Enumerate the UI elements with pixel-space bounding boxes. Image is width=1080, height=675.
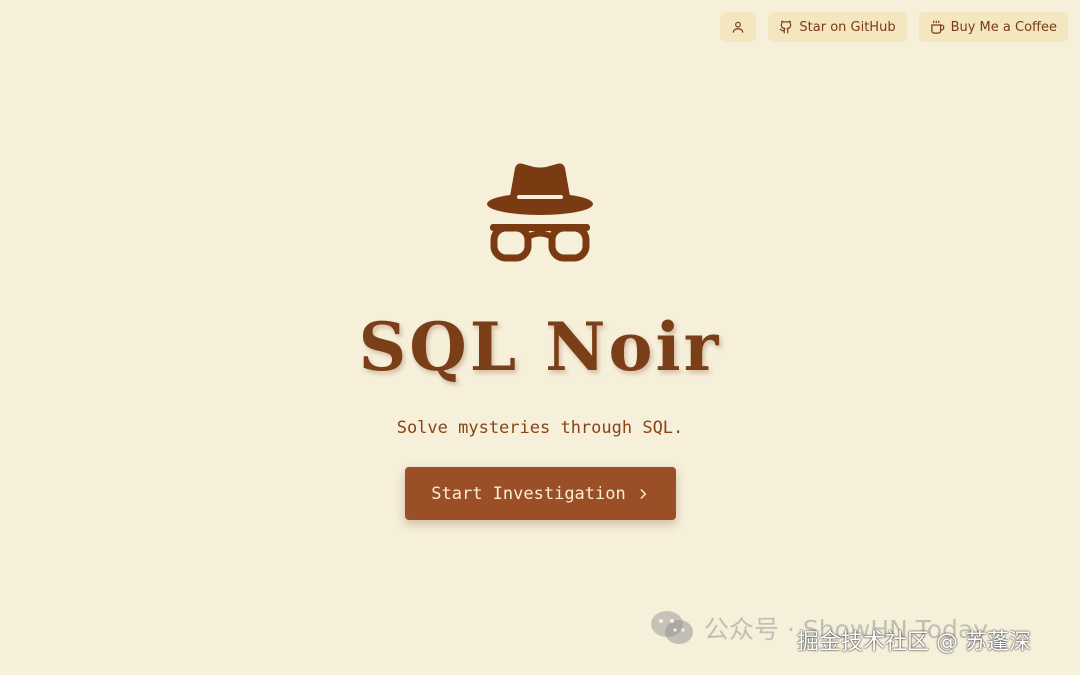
coffee-button-label: Buy Me a Coffee xyxy=(950,19,1057,35)
star-on-github-button[interactable]: Star on GitHub xyxy=(768,12,907,42)
page-subtitle: Solve mysteries through SQL. xyxy=(396,418,684,438)
coffee-cup-icon xyxy=(930,20,944,34)
buy-me-a-coffee-button[interactable]: Buy Me a Coffee xyxy=(918,12,1068,42)
page-title: SQL Noir xyxy=(358,308,722,386)
user-icon xyxy=(733,21,744,33)
user-button[interactable] xyxy=(720,12,757,42)
top-nav: Star on GitHub Buy Me a Coffee xyxy=(720,12,1068,42)
wechat-icon xyxy=(651,611,693,644)
detective-hat-glasses-icon xyxy=(487,163,593,262)
start-investigation-button[interactable]: Start Investigation xyxy=(405,467,676,520)
start-investigation-label: Start Investigation xyxy=(431,483,626,504)
github-icon xyxy=(779,20,792,34)
github-button-label: Star on GitHub xyxy=(799,19,896,35)
watermark-secondary: 掘金技术社区 @ 苏蓬深 xyxy=(797,630,1031,655)
chevron-right-icon xyxy=(640,488,646,499)
